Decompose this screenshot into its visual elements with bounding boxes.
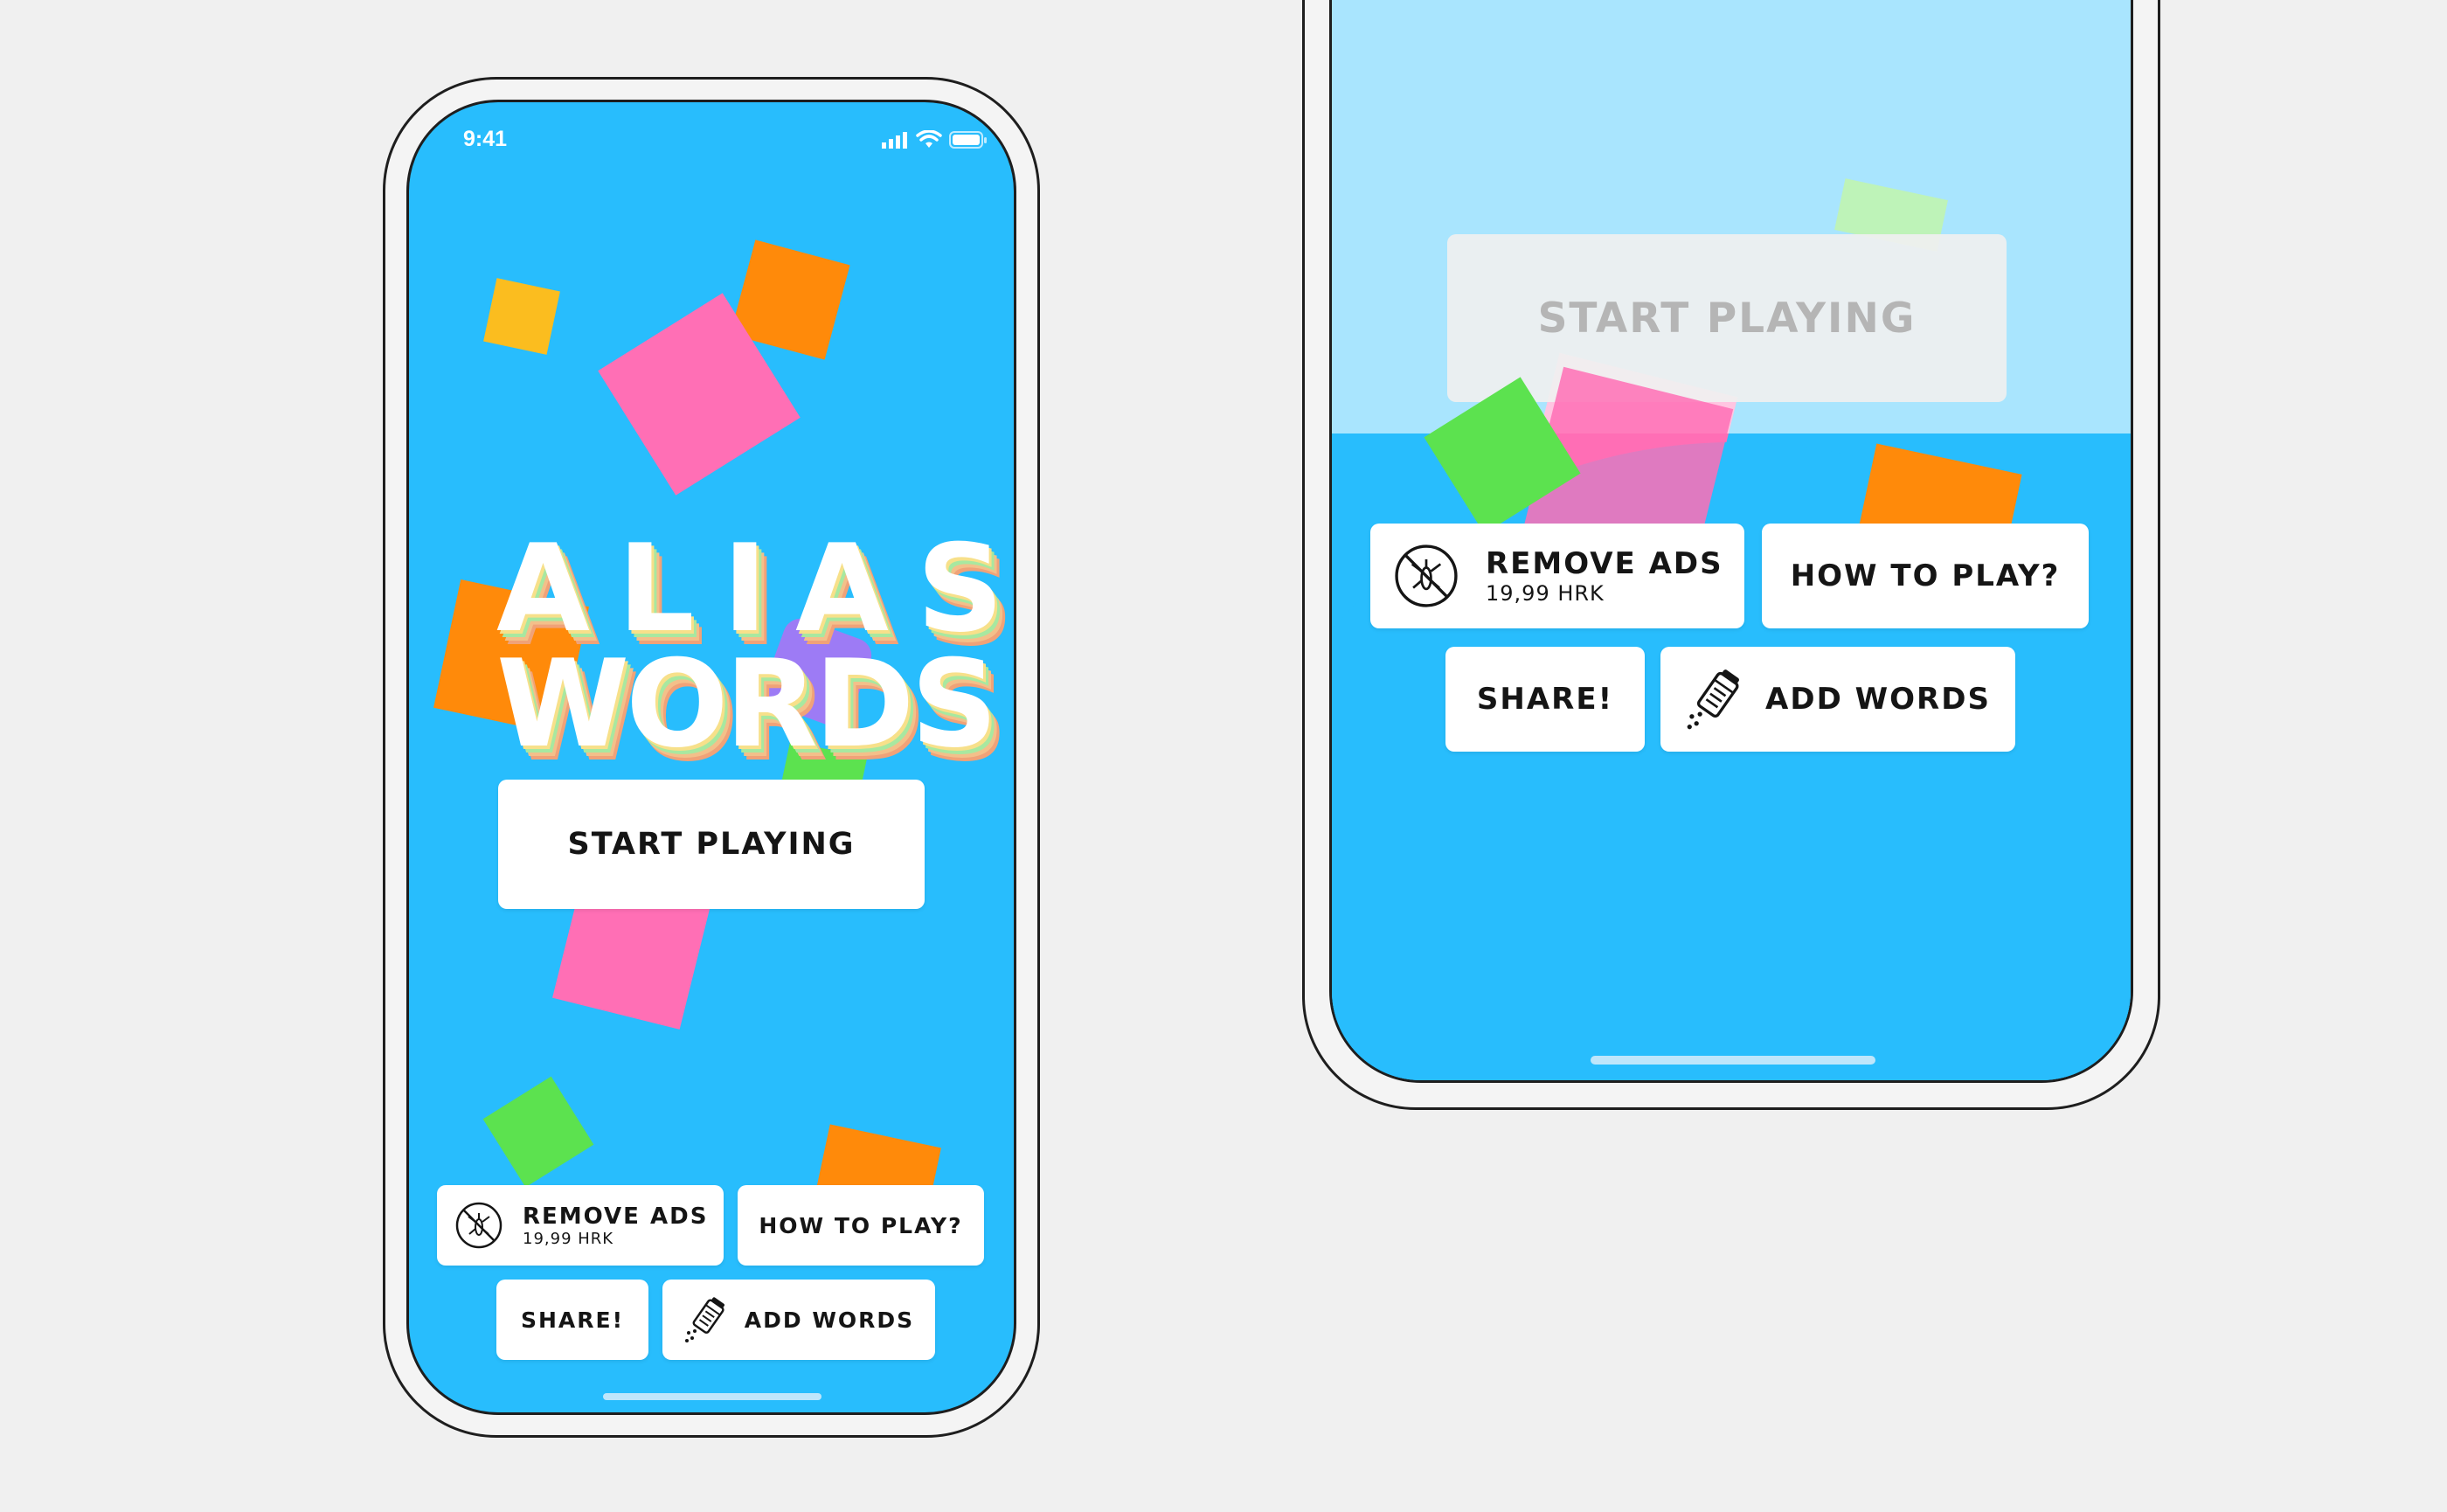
confetti-square [482, 1076, 594, 1188]
battery-icon [949, 131, 987, 149]
start-playing-button[interactable]: START PLAYING [1447, 234, 2007, 402]
phone-screen-right: ALIAS WORDS START PLAYING REMO [1329, 0, 2133, 1083]
add-words-label: ADD WORDS [744, 1307, 915, 1333]
how-to-play-button[interactable]: HOW TO PLAY? [1762, 524, 2089, 628]
add-words-label: ADD WORDS [1765, 682, 1991, 717]
app-title: ALIAS WORDS [1445, 0, 2131, 5]
salt-shaker-icon [1687, 669, 1740, 730]
signal-bars-icon [882, 132, 907, 149]
share-button[interactable]: SHARE! [496, 1280, 648, 1360]
no-mosquito-icon [1395, 544, 1458, 607]
share-button[interactable]: SHARE! [1445, 647, 1645, 752]
title-line-2: WORDS [1445, 0, 2131, 18]
title-line-2: WORDS [496, 634, 998, 774]
home-indicator[interactable] [603, 1393, 821, 1400]
status-icons [881, 130, 988, 149]
how-to-play-button[interactable]: HOW TO PLAY? [738, 1185, 984, 1266]
remove-ads-price: 19,99 HRK [1486, 581, 1605, 606]
wifi-icon [916, 130, 942, 148]
remove-ads-button[interactable]: REMOVE ADS 19,99 HRK [1370, 524, 1744, 628]
app-title: ALIAS WORDS [496, 529, 1014, 765]
start-playing-button[interactable]: START PLAYING [498, 780, 925, 909]
no-mosquito-icon [455, 1202, 503, 1249]
add-words-button[interactable]: ADD WORDS [1660, 647, 2015, 752]
confetti-square [483, 278, 560, 355]
status-time: 9:41 [463, 127, 508, 151]
phone-screen-left: 9:41 ALIAS WORDS START PLAYING REMOVE AD… [406, 100, 1016, 1415]
remove-ads-price: 19,99 HRK [523, 1229, 614, 1248]
home-indicator[interactable] [1591, 1056, 1875, 1065]
remove-ads-label: REMOVE ADS [523, 1203, 709, 1230]
add-words-button[interactable]: ADD WORDS [662, 1280, 935, 1360]
remove-ads-label: REMOVE ADS [1486, 546, 1723, 581]
phone-frame-left: 9:41 ALIAS WORDS START PLAYING REMOVE AD… [383, 77, 1040, 1438]
salt-shaker-icon [684, 1297, 724, 1342]
phone-frame-right: ALIAS WORDS START PLAYING REMO [1302, 0, 2160, 1110]
remove-ads-button[interactable]: REMOVE ADS 19,99 HRK [437, 1185, 724, 1266]
showcase-canvas: 9:41 ALIAS WORDS START PLAYING REMOVE AD… [0, 0, 2447, 1512]
